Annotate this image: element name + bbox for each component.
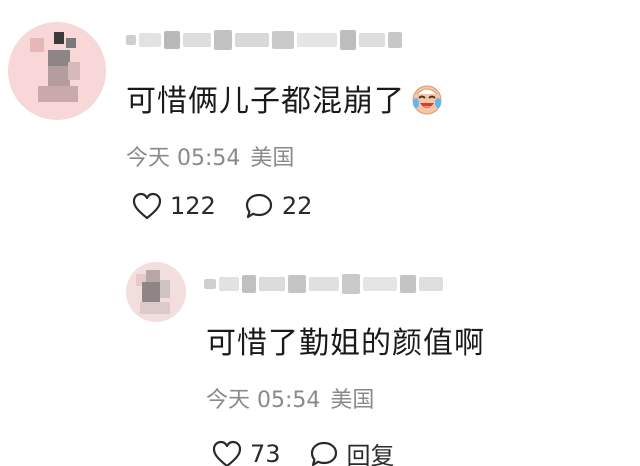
avatar[interactable] [8,22,106,120]
like-count: 73 [250,439,281,466]
comment-text: 可惜了勤姐的颜值啊 [206,318,485,362]
comment-actions: 73 回复 [212,436,423,466]
crying-laughing-emoji-icon [409,81,445,117]
avatar[interactable] [126,262,186,322]
username-blurred[interactable] [204,274,443,294]
like-button[interactable]: 73 [212,440,281,466]
comment-thread: 可惜俩儿子都混崩了 今天 05:54 美国 122 22 可惜了勤姐的颜值啊 今… [0,0,640,466]
comment-time: 今天 05:54 [126,146,241,171]
comment-body: 可惜了勤姐的颜值啊 [206,326,485,361]
speech-bubble-icon [309,440,339,466]
comment-time: 今天 05:54 [206,388,321,413]
username-blurred[interactable] [126,30,402,50]
reply-count: 22 [281,192,313,220]
like-button[interactable]: 122 [132,192,216,220]
comment-location: 美国 [330,388,375,413]
comment-location: 美国 [250,146,295,171]
comment-body: 可惜俩儿子都混崩了 [126,84,405,119]
like-count: 122 [170,192,216,220]
comment-meta: 今天 05:54 美国 [126,140,304,172]
comment-meta: 今天 05:54 美国 [206,382,384,414]
comment-actions: 122 22 [132,192,340,220]
reply-label: 回复 [346,442,395,466]
comment-text: 可惜俩儿子都混崩了 [126,76,445,120]
reply-count-button[interactable]: 22 [244,192,313,220]
speech-bubble-icon [244,192,274,220]
heart-outline-icon [212,440,242,466]
heart-outline-icon [132,192,162,220]
reply-button[interactable]: 回复 [309,436,395,466]
